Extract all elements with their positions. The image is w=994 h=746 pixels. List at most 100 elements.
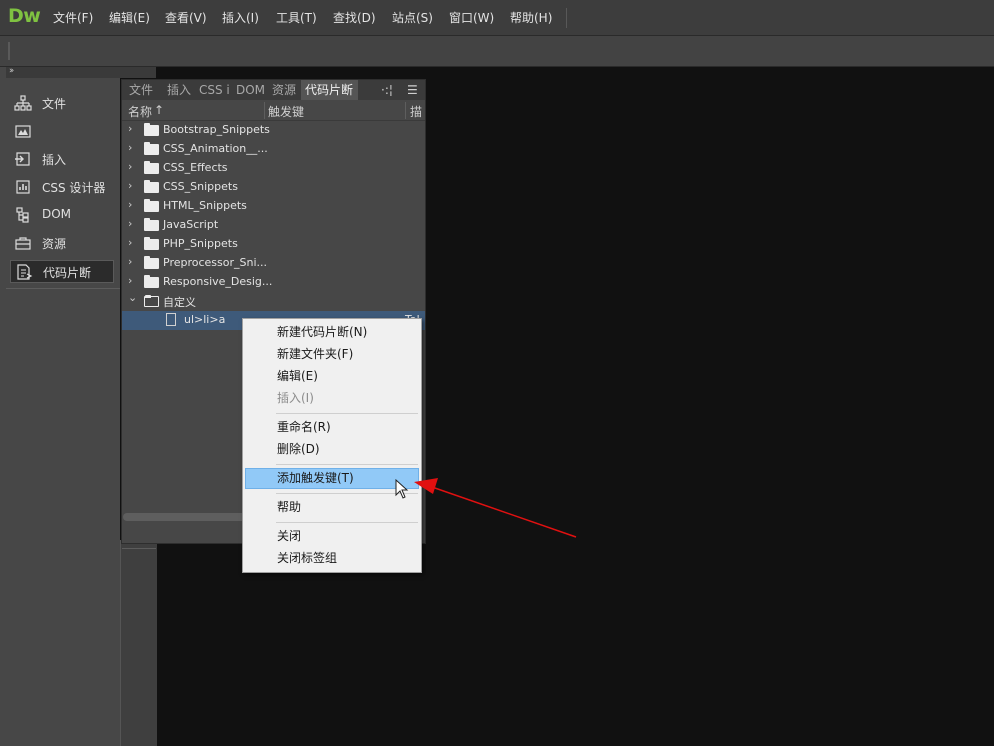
tab-snippets[interactable]: 代码片断 [301, 80, 358, 100]
menu-separator [566, 8, 567, 28]
folder-icon [144, 142, 159, 155]
menu-item-delete[interactable]: 删除(D) [245, 439, 419, 460]
sidebar-item-label: DOM [42, 207, 72, 221]
horizontal-scrollbar[interactable] [123, 513, 253, 521]
menu-item-edit[interactable]: 编辑(E) [245, 366, 419, 387]
column-divider[interactable] [405, 102, 406, 119]
chevron-right-icon[interactable]: › [128, 179, 132, 192]
sidebar-item-insert[interactable]: 插入 [10, 148, 114, 171]
folder-name: CSS_Animation__... [163, 142, 268, 155]
sidebar-item-css-designer[interactable]: CSS 设计器 [10, 176, 114, 199]
menu-file[interactable]: 文件(F) [53, 9, 93, 26]
tab-files[interactable]: 文件 [125, 80, 158, 100]
document-toolbar [0, 36, 994, 67]
folder-name: PHP_Snippets [163, 237, 238, 250]
dreamweaver-logo: Dw [8, 5, 41, 27]
sidebar-item-dom[interactable]: DOM [10, 204, 114, 227]
folder-icon [144, 256, 159, 269]
folder-name: HTML_Snippets [163, 199, 247, 212]
folder-icon [144, 218, 159, 231]
tab-insert[interactable]: 插入 [163, 80, 196, 100]
column-trigger[interactable]: 触发键 [268, 103, 304, 120]
folder-icon [144, 161, 159, 174]
column-name[interactable]: 名称 [128, 103, 152, 120]
menu-item-close[interactable]: 关闭 [245, 526, 419, 547]
tab-options-icon[interactable]: ·:¦ [381, 80, 393, 100]
chevron-right-icon[interactable]: › [128, 122, 132, 135]
chevron-right-icon[interactable]: › [128, 255, 132, 268]
folder-name: 自定义 [163, 296, 196, 309]
assets-icon [15, 237, 31, 250]
folder-icon [144, 199, 159, 212]
column-description[interactable]: 描 [410, 103, 422, 120]
insert-icon [15, 152, 30, 166]
sidebar-item-label: 资源 [42, 237, 67, 251]
folder-row[interactable]: › HTML_Snippets [122, 197, 425, 216]
menu-item-help[interactable]: 帮助 [245, 497, 419, 518]
menu-insert[interactable]: 插入(I) [222, 9, 259, 26]
folder-row[interactable]: › Responsive_Desig... [122, 273, 425, 292]
menu-separator [276, 522, 418, 523]
tab-dom[interactable]: DOM [232, 80, 270, 100]
dom-tree-icon [16, 207, 29, 223]
menu-item-add-trigger[interactable]: 添加触发键(T) [245, 468, 419, 489]
snippet-file-icon [166, 313, 176, 326]
sidebar-header [6, 67, 156, 78]
folder-row[interactable]: › CSS_Animation__... [122, 140, 425, 159]
chevron-right-icon[interactable]: › [128, 141, 132, 154]
folder-row[interactable]: › JavaScript [122, 216, 425, 235]
menu-window[interactable]: 窗口(W) [449, 9, 494, 26]
snippets-icon [17, 264, 33, 280]
image-icon [15, 125, 31, 138]
folder-row[interactable]: › PHP_Snippets [122, 235, 425, 254]
menu-item-new-snippet[interactable]: 新建代码片断(N) [245, 322, 419, 343]
chevron-right-icon[interactable]: › [128, 274, 132, 287]
dock-strip-divider [122, 548, 156, 549]
folder-icon [144, 123, 159, 136]
chevron-right-icon[interactable]: › [128, 198, 132, 211]
css-designer-icon [16, 180, 30, 194]
expand-panels-icon[interactable]: ›› [9, 66, 14, 76]
folder-name: CSS_Effects [163, 161, 228, 174]
folder-icon [144, 237, 159, 250]
folder-row[interactable]: › CSS_Snippets [122, 178, 425, 197]
menu-item-close-tab-group[interactable]: 关闭标签组 [245, 548, 419, 569]
panel-menu-icon[interactable]: ☰ [407, 80, 418, 100]
chevron-right-icon[interactable]: › [128, 236, 132, 249]
menu-item-rename[interactable]: 重命名(R) [245, 417, 419, 438]
chevron-right-icon[interactable]: › [128, 217, 132, 230]
toolbar-grip[interactable] [8, 42, 10, 60]
open-folder-icon [144, 295, 159, 307]
mouse-cursor-icon [395, 479, 409, 499]
menu-item-new-folder[interactable]: 新建文件夹(F) [245, 344, 419, 365]
menu-edit[interactable]: 编辑(E) [109, 9, 150, 26]
sidebar-item-label: CSS 设计器 [42, 181, 106, 195]
sidebar-item-images[interactable] [10, 120, 114, 143]
sidebar-item-label: 插入 [42, 153, 67, 167]
menu-help[interactable]: 帮助(H) [510, 9, 552, 26]
tab-assets[interactable]: 资源 [268, 80, 302, 100]
menu-find[interactable]: 查找(D) [333, 9, 376, 26]
folder-row-custom[interactable]: ⌄ 自定义 [122, 291, 425, 311]
chevron-right-icon[interactable]: › [128, 160, 132, 173]
folder-icon [144, 275, 159, 288]
menu-view[interactable]: 查看(V) [165, 9, 207, 26]
sidebar-item-snippets[interactable]: 代码片断 [10, 260, 114, 283]
menu-tools[interactable]: 工具(T) [276, 9, 317, 26]
folder-row[interactable]: › Preprocessor_Sni... [122, 254, 425, 273]
sidebar-item-label: 代码片断 [43, 266, 92, 280]
folder-row[interactable]: › Bootstrap_Snippets [122, 121, 425, 140]
folder-icon [144, 180, 159, 193]
tab-css[interactable]: CSS i [195, 80, 232, 100]
chevron-down-icon[interactable]: ⌄ [128, 291, 137, 304]
folder-name: Preprocessor_Sni... [163, 256, 268, 269]
panel-dock-strip [120, 540, 157, 746]
column-divider[interactable] [264, 102, 265, 119]
sidebar-item-label: 文件 [42, 97, 67, 111]
menu-site[interactable]: 站点(S) [392, 9, 433, 26]
sidebar-item-assets[interactable]: 资源 [10, 232, 114, 255]
folder-row[interactable]: › CSS_Effects [122, 159, 425, 178]
site-tree-icon [14, 95, 32, 111]
sidebar-item-files[interactable]: 文件 [10, 92, 114, 115]
folder-name: Responsive_Desig... [163, 275, 273, 288]
